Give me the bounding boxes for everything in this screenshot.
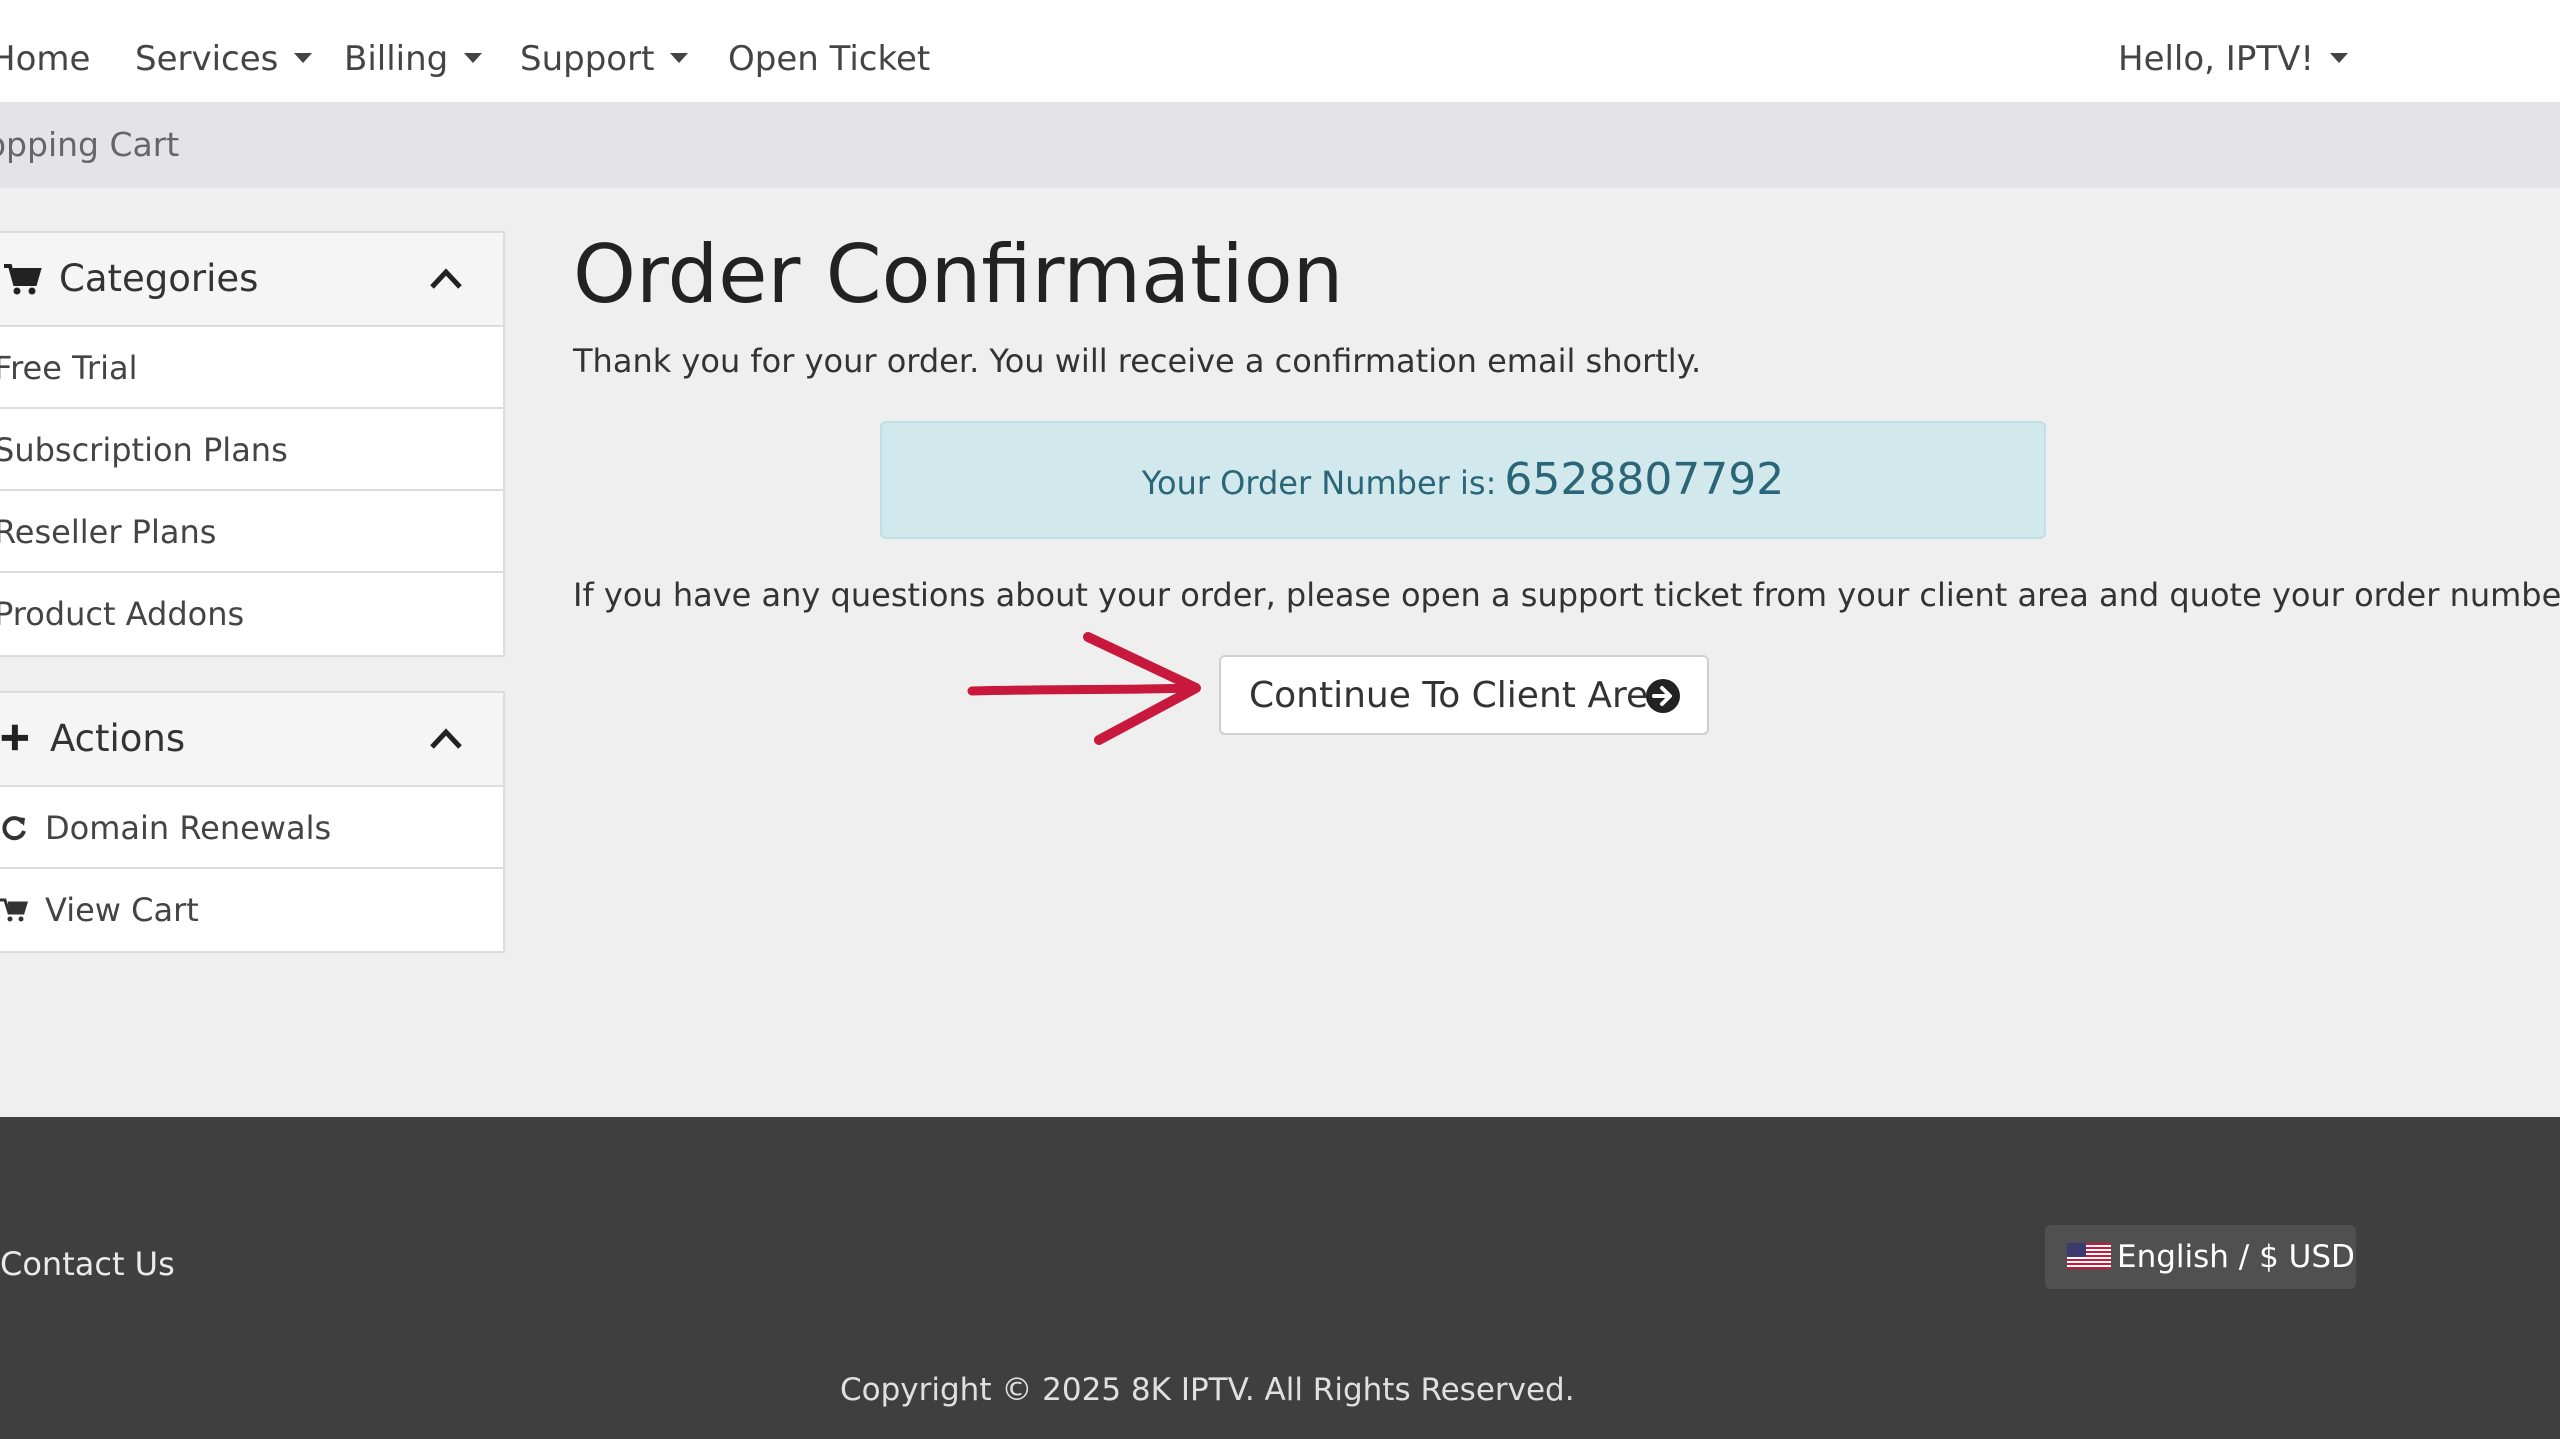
actions-panel-header[interactable]: Actions [0, 693, 503, 787]
language-currency-button[interactable]: English / $ USD [2045, 1225, 2356, 1289]
caret-down-icon [294, 52, 313, 63]
nav-support-label: Support [520, 39, 655, 79]
cart-icon [0, 898, 28, 922]
nav-billing-label: Billing [344, 39, 449, 79]
refresh-icon [2, 816, 26, 841]
user-menu-label: Hello, IPTV! [2118, 39, 2314, 79]
sidebar-item-label: Product Addons [0, 595, 245, 633]
breadcrumb: Shopping Cart [0, 125, 180, 164]
sidebar-item-domain-renewals[interactable]: Domain Renewals [0, 787, 503, 869]
categories-panel-header[interactable]: Categories [0, 233, 503, 327]
annotation-arrow-icon [967, 632, 1201, 745]
nav-services[interactable]: Services [135, 0, 313, 118]
sidebar-item-product-addons[interactable]: Product Addons [0, 573, 503, 655]
sidebar-item-label: Reseller Plans [0, 513, 217, 551]
page-title: Order Confirmation [573, 228, 1344, 321]
sidebar-item-label: Domain Renewals [45, 809, 332, 847]
questions-text: If you have any questions about your ord… [573, 576, 2560, 614]
actions-panel: Actions Domain Renewals View Cart [0, 691, 505, 953]
order-number-label: Your Order Number is: [1141, 464, 1497, 502]
nav-home[interactable]: Home [0, 0, 90, 118]
contact-us-link[interactable]: Contact Us [0, 1245, 175, 1283]
categories-title: Categories [59, 257, 259, 300]
arrow-circle-right-icon [1646, 679, 1680, 713]
sidebar-item-view-cart[interactable]: View Cart [0, 869, 503, 951]
caret-down-icon [670, 52, 689, 63]
order-number-alert: Your Order Number is: 6528807792 [880, 421, 2046, 539]
plus-icon [1, 724, 29, 751]
categories-panel: Categories Free Trial Subscription Plans… [0, 231, 505, 657]
cart-icon [4, 264, 42, 295]
us-flag-icon [2067, 1242, 2111, 1269]
continue-button-label: Continue To Client Area [1249, 675, 1671, 716]
sidebar-item-label: View Cart [45, 891, 199, 929]
order-number-value: 6528807792 [1504, 454, 1785, 505]
nav-support[interactable]: Support [520, 0, 689, 118]
continue-to-client-area-button[interactable]: Continue To Client Area [1219, 655, 1709, 735]
thank-you-text: Thank you for your order. You will recei… [573, 342, 1702, 380]
breadcrumb-bar: Shopping Cart [0, 102, 2560, 188]
sidebar-item-reseller-plans[interactable]: Reseller Plans [0, 491, 503, 573]
nav-open-ticket[interactable]: Open Ticket [728, 0, 930, 118]
copyright-text: Copyright © 2025 8K IPTV. All Rights Res… [840, 1372, 1575, 1408]
sidebar-item-label: Free Trial [0, 349, 138, 387]
nav-billing[interactable]: Billing [344, 0, 483, 118]
caret-down-icon [464, 52, 483, 63]
sidebar-item-label: Subscription Plans [0, 431, 288, 469]
caret-down-icon [2329, 52, 2348, 63]
chevron-up-icon[interactable] [429, 265, 463, 291]
language-currency-label: English / $ USD [2117, 1239, 2355, 1275]
sidebar-item-free-trial[interactable]: Free Trial [0, 327, 503, 409]
user-menu[interactable]: Hello, IPTV! [2118, 0, 2348, 118]
actions-title: Actions [50, 717, 186, 760]
sidebar-item-subscription-plans[interactable]: Subscription Plans [0, 409, 503, 491]
chevron-up-icon[interactable] [429, 725, 463, 751]
top-navbar: Home Services Billing Support Open Ticke… [0, 0, 2560, 102]
nav-services-label: Services [135, 39, 279, 79]
